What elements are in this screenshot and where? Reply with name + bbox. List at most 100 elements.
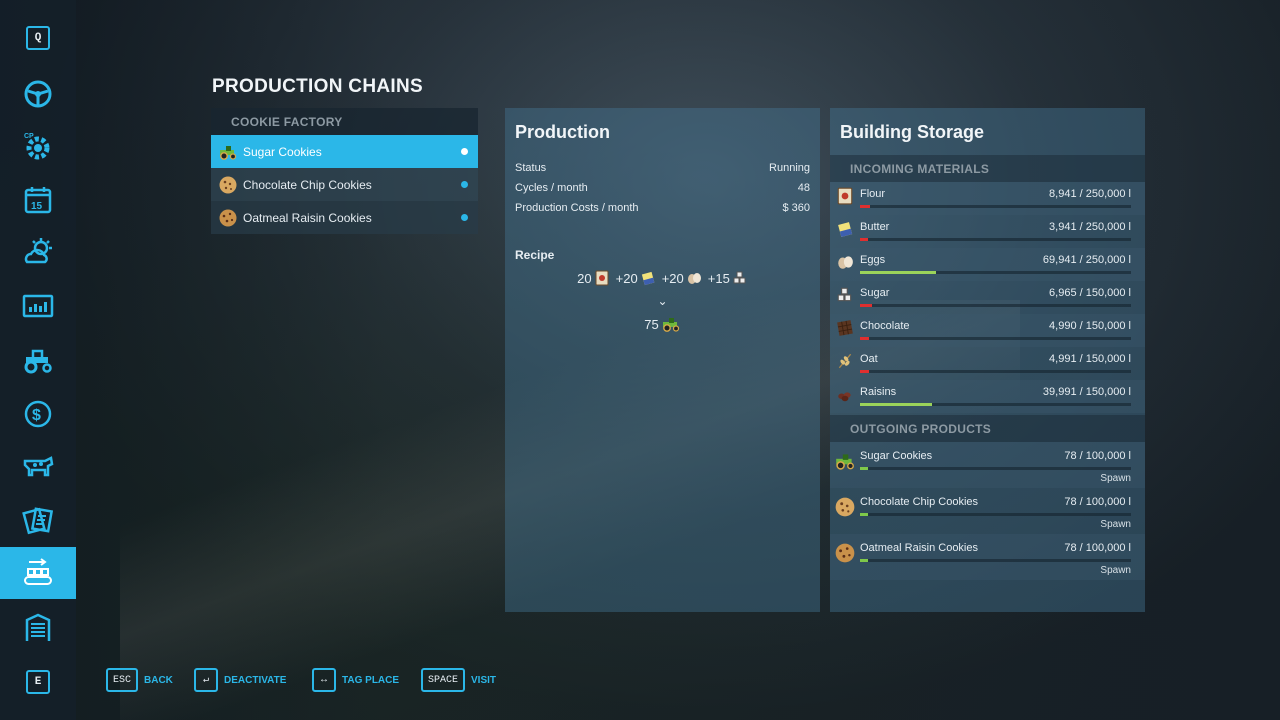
- fill-bar: [860, 467, 1131, 470]
- costs-label: Production Costs / month: [515, 202, 639, 214]
- sidebar-item-animals[interactable]: [0, 440, 76, 492]
- recipe-label: Recipe: [515, 248, 555, 262]
- svg-text:$: $: [32, 407, 41, 424]
- recipe-inputs: 20 +20 +20 +15: [505, 270, 820, 286]
- sidebar-next-key[interactable]: E: [0, 656, 76, 708]
- storage-name: Sugar: [860, 287, 890, 299]
- sidebar-item-calendar[interactable]: 15: [0, 174, 76, 226]
- hint-label: VISIT: [471, 674, 497, 686]
- gear-cp-icon: CP: [24, 133, 50, 160]
- status-value: Running: [769, 162, 810, 174]
- output-row-sugar-cookies: Sugar Cookies 78 / 100,000 l Spawn: [830, 442, 1145, 488]
- recipe-arrow-icon: ⌄: [657, 294, 668, 308]
- deactivate-button[interactable]: ↵ DEACTIVATE: [194, 668, 286, 692]
- chain-item-oatmeal-raisin-cookies[interactable]: Oatmeal Raisin Cookies: [211, 201, 478, 234]
- storage-row-sugar: Sugar 6,965 / 150,000 l: [830, 281, 1145, 314]
- eggs-icon: [687, 273, 701, 284]
- hint-label: TAG PLACE: [342, 674, 400, 686]
- output-amount: 78 / 100,000 l: [1064, 542, 1131, 554]
- recipe-input-butter: +20: [616, 270, 656, 286]
- sidebar-item-garage[interactable]: [0, 602, 76, 654]
- raisins-icon: [836, 385, 854, 403]
- storage-row-chocolate: Chocolate 4,990 / 150,000 l: [830, 314, 1145, 347]
- production-conveyor-icon: [24, 558, 52, 585]
- recipe-amount: +20: [615, 270, 638, 286]
- cycles-label: Cycles / month: [515, 182, 588, 194]
- storage-amount: 69,941 / 250,000 l: [1042, 254, 1131, 266]
- fill-bar-level: [860, 238, 869, 241]
- calendar-icon: 15: [24, 187, 52, 214]
- fill-bar: [860, 205, 1131, 208]
- outgoing-products-header: OUTGOING PRODUCTS: [830, 415, 1145, 442]
- cookie-icon: [834, 542, 856, 564]
- e-key-icon: E: [26, 670, 50, 694]
- tag-place-button[interactable]: ↔ TAG PLACE: [312, 668, 399, 692]
- recipe-output: 75: [505, 316, 820, 332]
- cookie-icon: [834, 496, 856, 518]
- chain-item-chocolate-chip-cookies[interactable]: Chocolate Chip Cookies: [211, 168, 478, 201]
- sidebar-item-prices[interactable]: [0, 280, 76, 332]
- output-mode[interactable]: Spawn: [1100, 519, 1131, 530]
- storage-title: Building Storage: [840, 122, 984, 142]
- cookie-icon: [217, 174, 239, 196]
- cycles-value: 48: [797, 182, 810, 194]
- chain-item-sugar-cookies[interactable]: Sugar Cookies: [211, 135, 478, 168]
- sidebar-item-vehicle[interactable]: [0, 68, 76, 120]
- fill-bar-level: [860, 467, 869, 470]
- chain-active-dot: [461, 181, 468, 188]
- incoming-materials-header: INCOMING MATERIALS: [830, 155, 1145, 182]
- weather-icon: [24, 238, 52, 264]
- storage-name: Eggs: [860, 254, 886, 266]
- recipe-output-amount: 75: [644, 316, 659, 332]
- cycles-row: Cycles / month 48: [515, 182, 810, 194]
- sidebar-item-weather[interactable]: [0, 226, 76, 278]
- storage-name: Butter: [860, 221, 890, 233]
- sugar-icon: [836, 286, 854, 304]
- steering-wheel-icon: [24, 80, 52, 108]
- sidebar-item-contracts[interactable]: [0, 494, 76, 546]
- sidebar-prev-key[interactable]: Q: [0, 12, 76, 64]
- fill-bar-level: [860, 271, 936, 274]
- storage-row-butter: Butter 3,941 / 250,000 l: [830, 215, 1145, 248]
- flour-icon: [836, 187, 854, 205]
- costs-row: Production Costs / month $ 360: [515, 202, 810, 214]
- storage-name: Chocolate: [860, 320, 910, 332]
- fill-bar-level: [860, 205, 870, 208]
- fill-bar-level: [860, 304, 873, 307]
- eggs-icon: [836, 253, 854, 271]
- back-button[interactable]: ESC BACK: [106, 668, 173, 692]
- production-chain-list: COOKIE FACTORY Sugar Cookies Chocolate C…: [211, 108, 478, 234]
- fill-bar-level: [860, 403, 933, 406]
- fill-bar: [860, 559, 1131, 562]
- storage-amount: 39,991 / 150,000 l: [1042, 386, 1131, 398]
- fill-bar: [860, 238, 1131, 241]
- recipe-amount: 20: [577, 270, 592, 286]
- visit-button[interactable]: SPACE VISIT: [421, 668, 496, 692]
- tractor-cookie-icon: [217, 141, 239, 163]
- sidebar-item-production-settings[interactable]: CP: [0, 120, 76, 172]
- storage-name: Flour: [860, 188, 886, 200]
- storage-name: Raisins: [860, 386, 897, 398]
- output-mode[interactable]: Spawn: [1100, 565, 1131, 576]
- chocolate-icon: [836, 319, 854, 337]
- output-amount: 78 / 100,000 l: [1064, 496, 1131, 508]
- storage-amount: 4,990 / 150,000 l: [1049, 320, 1131, 332]
- output-row-chocolate-chip-cookies: Chocolate Chip Cookies 78 / 100,000 l Sp…: [830, 488, 1145, 534]
- butter-icon: [836, 220, 854, 238]
- sidebar-item-production[interactable]: [0, 547, 76, 599]
- calendar-day: 15: [31, 201, 43, 212]
- output-name: Chocolate Chip Cookies: [860, 496, 979, 508]
- tractor-cookie-icon: [662, 318, 679, 332]
- storage-row-oat: Oat 4,991 / 150,000 l: [830, 347, 1145, 380]
- space-key-icon: SPACE: [421, 668, 466, 692]
- production-panel: Production Status Running Cycles / month…: [505, 108, 820, 612]
- animals-cow-icon: [23, 456, 54, 477]
- sidebar-item-finances[interactable]: $: [0, 388, 76, 440]
- output-name: Oatmeal Raisin Cookies: [860, 542, 978, 554]
- recipe-input-flour: 20: [577, 270, 609, 286]
- sidebar-item-vehicles[interactable]: [0, 334, 76, 386]
- prices-chart-icon: [22, 294, 54, 318]
- output-mode[interactable]: Spawn: [1100, 473, 1131, 484]
- chain-item-label: Oatmeal Raisin Cookies: [243, 210, 372, 225]
- flour-icon: [595, 270, 609, 286]
